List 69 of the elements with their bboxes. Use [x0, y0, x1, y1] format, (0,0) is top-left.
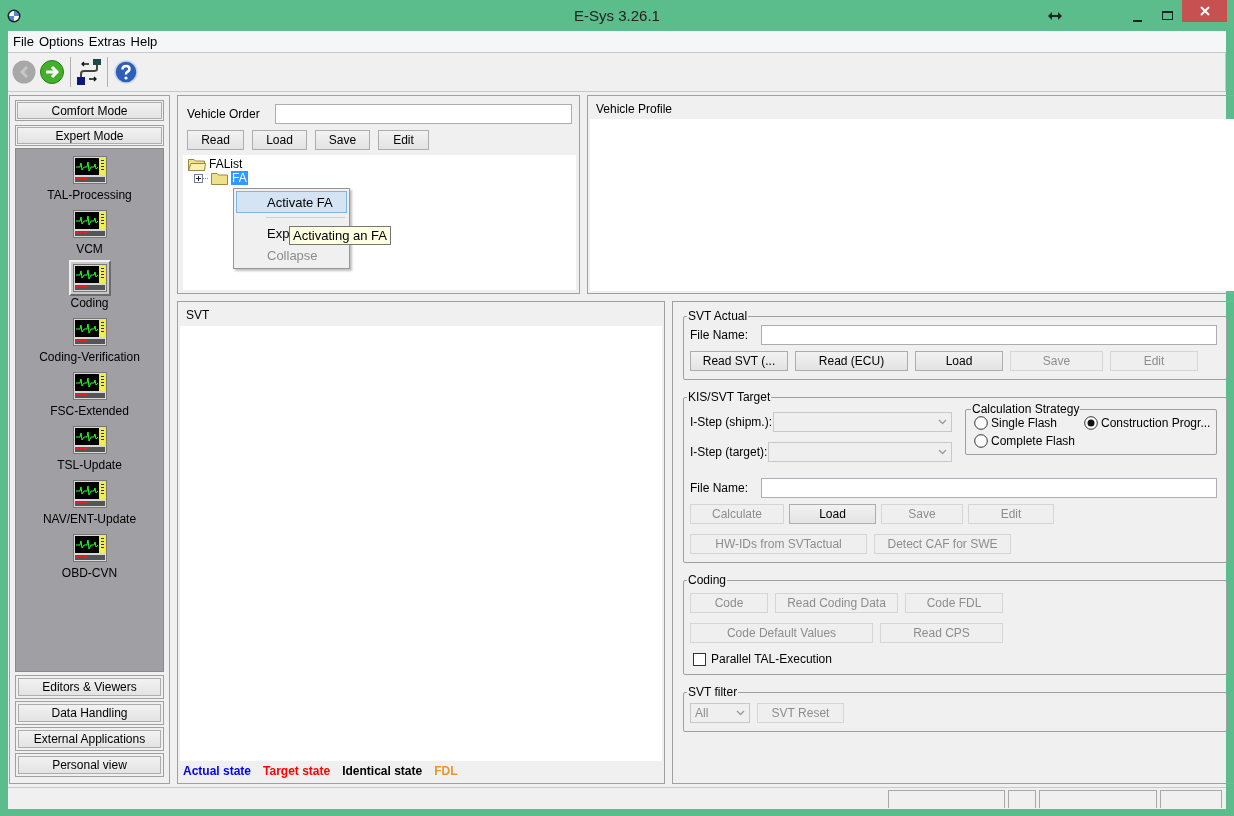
- group-title: SVT filter: [687, 685, 739, 699]
- svt-actual-button[interactable]: Read (ECU): [795, 351, 908, 371]
- radio-button[interactable]: [974, 434, 988, 448]
- vehicle-order-button[interactable]: Save: [315, 130, 370, 150]
- panel-title: SVT: [186, 308, 210, 322]
- legend-label: Identical state: [342, 764, 423, 778]
- field-label: File Name:: [690, 328, 749, 342]
- tree-item[interactable]: FAList: [208, 157, 244, 171]
- field-label: File Name:: [690, 481, 749, 495]
- section-button[interactable]: Personal view: [18, 756, 161, 774]
- caret-icon: [736, 710, 745, 716]
- vehicle-order-field[interactable]: [274, 104, 572, 124]
- window-title: E-Sys 3.26.1: [574, 7, 660, 24]
- field-label: Vehicle Order: [187, 107, 260, 121]
- group-title: Calculation Strategy: [971, 402, 1081, 416]
- checkbox-label: Parallel TAL-Execution: [711, 652, 832, 666]
- tool-label[interactable]: Coding-Verification: [39, 350, 140, 364]
- vehicle-order-button[interactable]: Read: [187, 130, 244, 150]
- monitor-icon[interactable]: [68, 260, 111, 296]
- group-title: Coding: [687, 573, 728, 587]
- tooltip: Activating an FA: [289, 226, 391, 245]
- close-icon[interactable]: [1182, 0, 1227, 22]
- folder-icon: [211, 171, 229, 185]
- radio-label: Construction Progr...: [1101, 416, 1211, 430]
- app-logo-icon: [7, 8, 21, 23]
- panel-title: Vehicle Profile: [596, 102, 673, 116]
- status-pane: [1160, 790, 1222, 808]
- tool-label[interactable]: OBD-CVN: [61, 566, 118, 580]
- svt-actual-button[interactable]: Read SVT (...: [690, 351, 788, 371]
- section-button[interactable]: External Applications: [18, 730, 161, 748]
- radio-label: Single Flash: [991, 416, 1058, 430]
- caret-icon: [938, 419, 947, 425]
- menu-item[interactable]: Help: [128, 34, 160, 49]
- section-button[interactable]: Editors & Viewers: [18, 678, 161, 696]
- mode-button[interactable]: Comfort Mode: [17, 102, 162, 119]
- target-button[interactable]: Load: [789, 504, 876, 524]
- tool-label[interactable]: NAV/ENT-Update: [42, 512, 137, 526]
- field-label: I-Step (shipm.):: [690, 415, 773, 429]
- connection-icon[interactable]: [77, 59, 101, 85]
- tool-label[interactable]: VCM: [76, 242, 103, 256]
- legend-label: Target state: [263, 764, 331, 778]
- svt-actual-button[interactable]: Load: [915, 351, 1003, 371]
- file-name-field[interactable]: [761, 478, 1218, 498]
- tool-label[interactable]: FSC-Extended: [50, 404, 129, 418]
- radio-button[interactable]: [974, 416, 988, 430]
- mode-button[interactable]: Expert Mode: [17, 127, 162, 144]
- menu-item[interactable]: File: [11, 34, 36, 49]
- status-pane: [1008, 790, 1036, 808]
- checkbox[interactable]: [693, 652, 706, 666]
- vehicle-order-button[interactable]: Load: [252, 130, 307, 150]
- group-title: SVT Actual: [687, 309, 749, 323]
- field-label: I-Step (target):: [690, 445, 768, 459]
- caret-icon: [938, 449, 947, 455]
- radio-button[interactable]: [1084, 416, 1098, 430]
- expand-icon[interactable]: [194, 173, 209, 183]
- tool-label[interactable]: TSL-Update: [57, 458, 122, 472]
- tool-label[interactable]: Coding: [70, 296, 109, 310]
- menu-item[interactable]: Options: [36, 34, 86, 49]
- group-title: KIS/SVT Target: [687, 390, 772, 404]
- menu-item[interactable]: Activate FA: [236, 191, 347, 213]
- legend-label: FDL: [434, 764, 458, 778]
- vehicle-order-button[interactable]: Edit: [378, 130, 429, 150]
- radio-label: Complete Flash: [991, 434, 1076, 448]
- legend-label: Actual state: [183, 764, 252, 778]
- menu-item[interactable]: Extras: [86, 34, 128, 49]
- section-button[interactable]: Data Handling: [18, 704, 161, 722]
- tool-label[interactable]: TAL-Processing: [47, 188, 132, 202]
- help-icon[interactable]: [114, 60, 138, 84]
- file-name-field[interactable]: [761, 325, 1218, 345]
